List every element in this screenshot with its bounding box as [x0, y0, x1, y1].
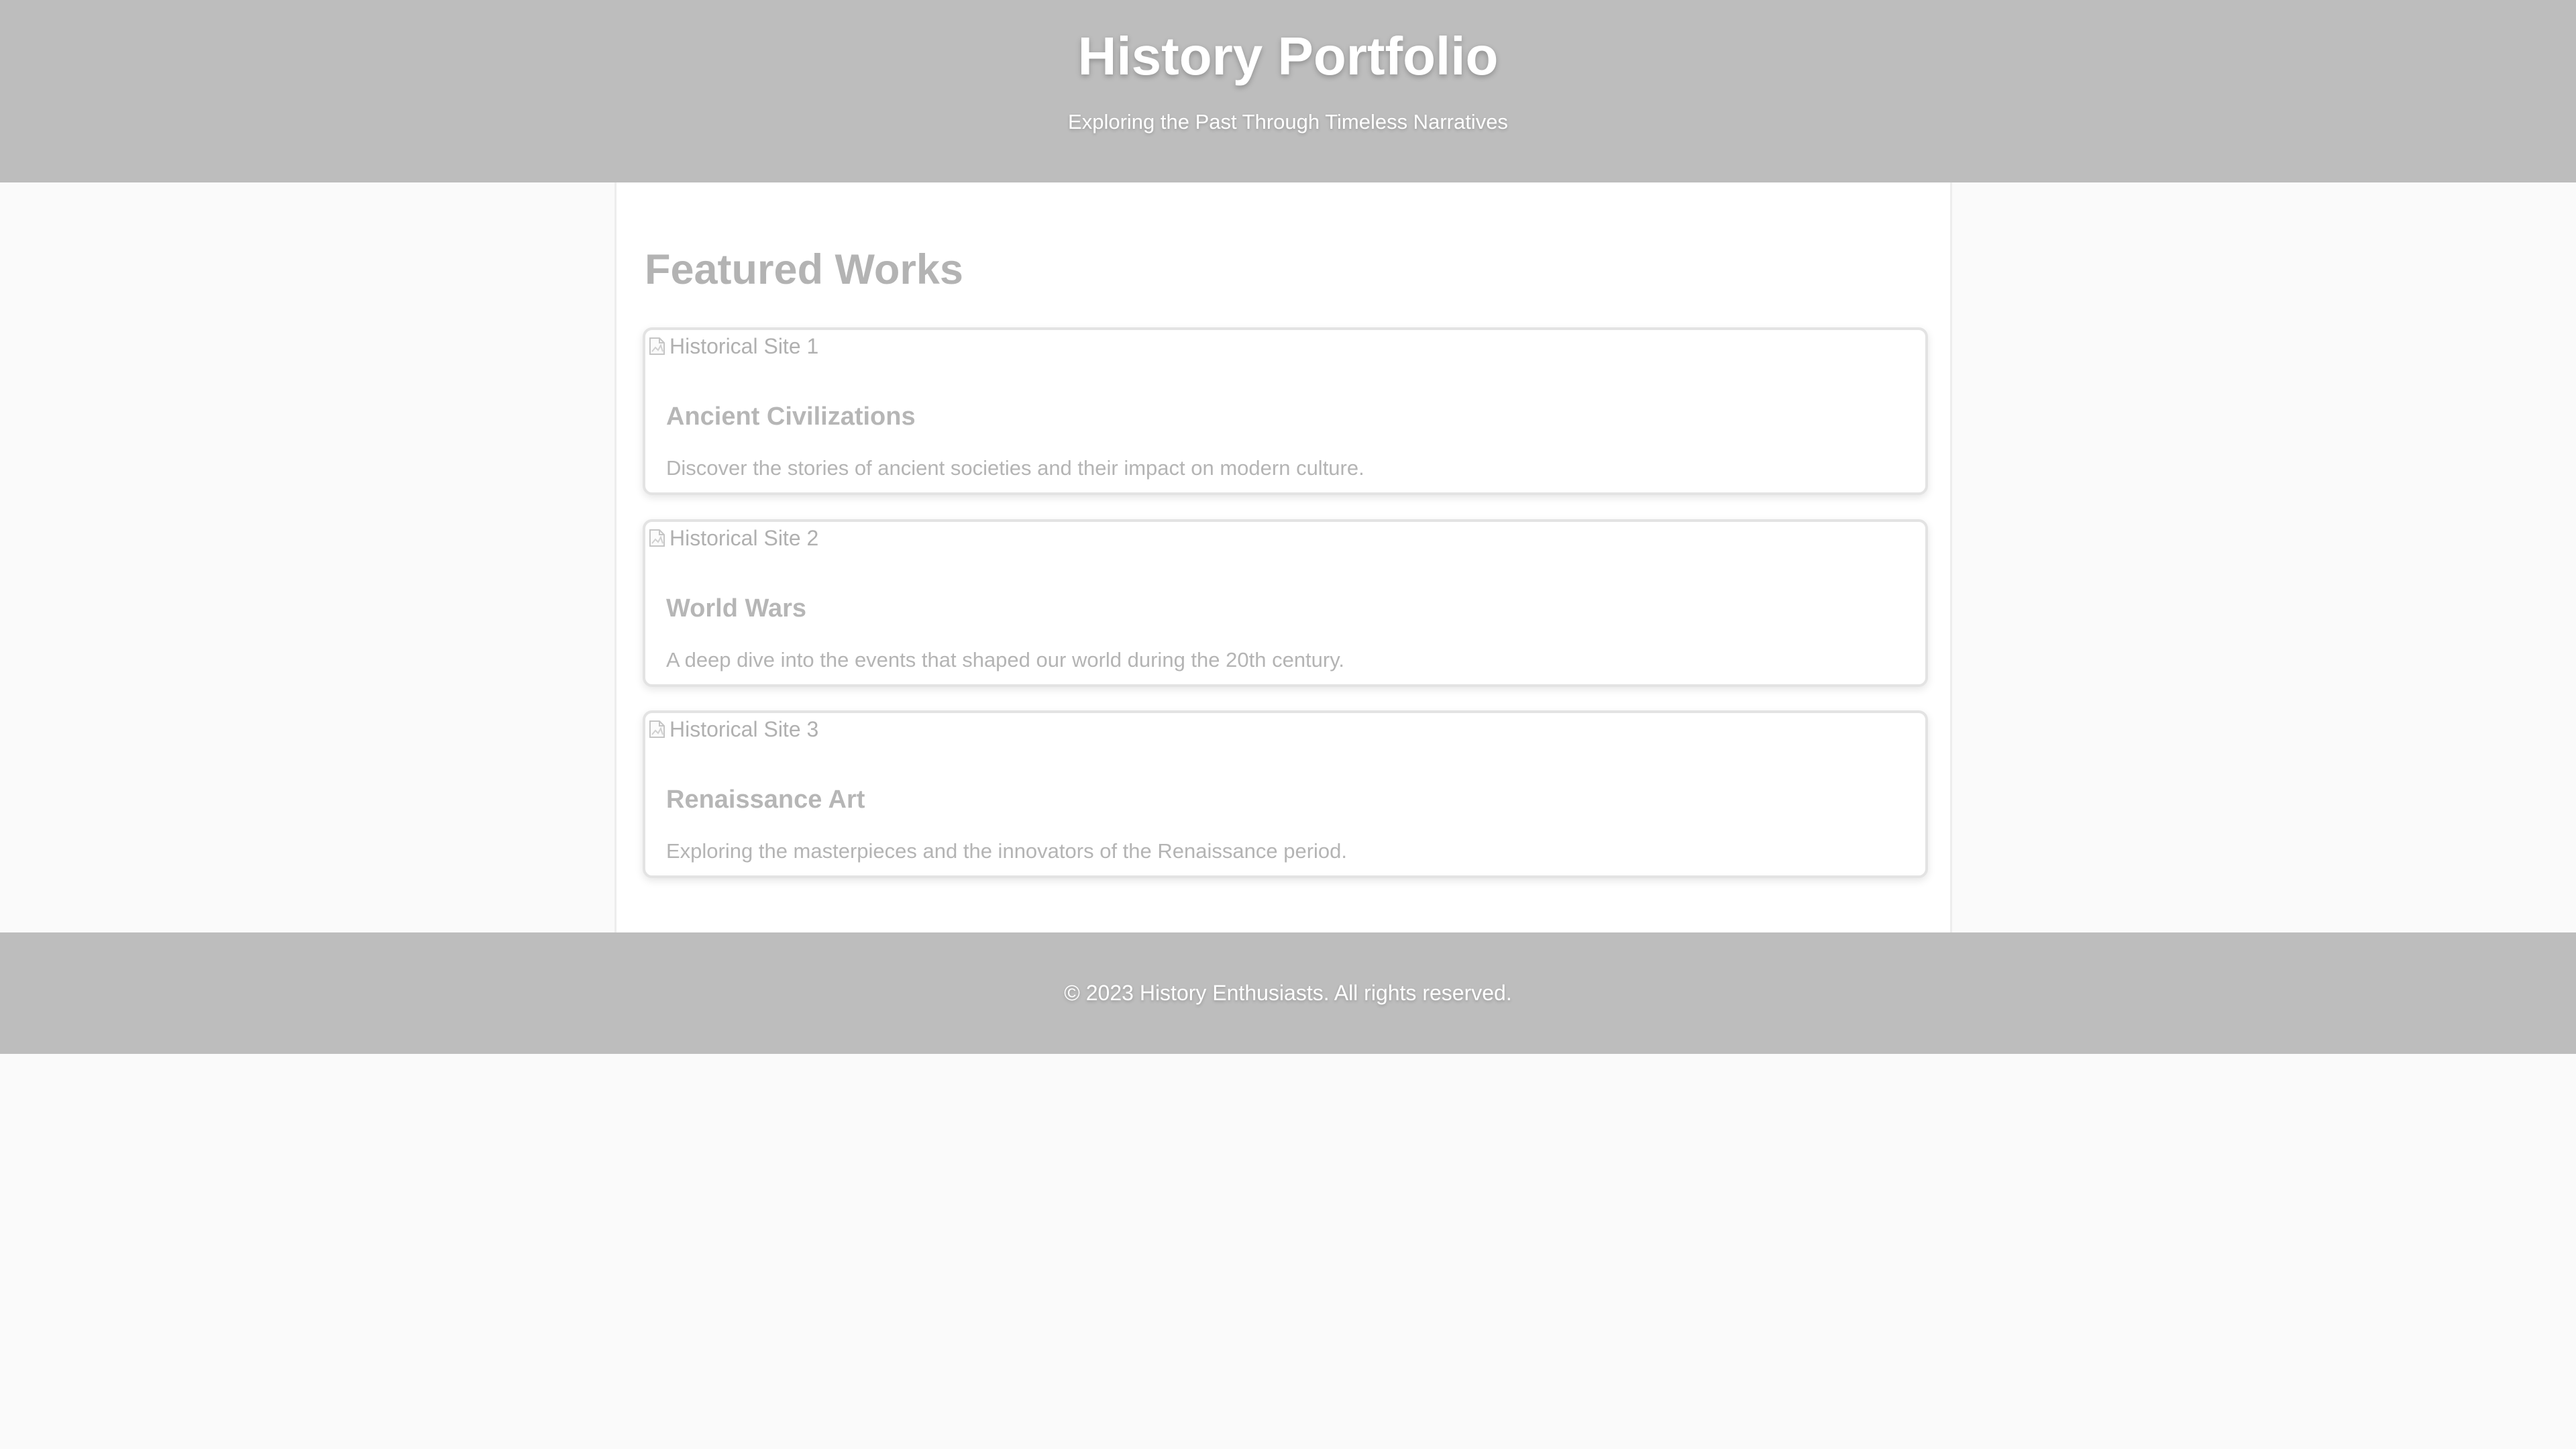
site-tagline: Exploring the Past Through Timeless Narr…	[1068, 110, 1508, 133]
historical-site-image: Historical Site 2	[648, 523, 818, 553]
featured-works-heading: Featured Works	[645, 246, 963, 293]
image-alt-text: Historical Site 1	[669, 334, 819, 358]
image-alt-text: Historical Site 3	[669, 717, 819, 741]
historical-site-image: Historical Site 3	[648, 714, 818, 744]
work-title: World Wars	[666, 594, 807, 623]
main-content: Featured Works Historical Site 1 Ancient…	[614, 182, 1952, 932]
work-card-ancient-civilizations[interactable]: Historical Site 1 Ancient Civilizations …	[643, 327, 1928, 495]
broken-image-icon	[649, 720, 665, 738]
work-title: Renaissance Art	[666, 786, 865, 814]
page-title: History Portfolio	[1077, 26, 1499, 86]
broken-image-icon	[649, 337, 665, 355]
copyright-text: © 2023 History Enthusiasts. All rights r…	[1064, 981, 1512, 1005]
site-footer: © 2023 History Enthusiasts. All rights r…	[0, 932, 2576, 1054]
image-alt-text: Historical Site 2	[669, 526, 819, 550]
historical-site-image: Historical Site 1	[648, 331, 818, 361]
work-card-world-wars[interactable]: Historical Site 2 World Wars A deep dive…	[643, 519, 1928, 687]
site-header: History Portfolio Exploring the Past Thr…	[0, 0, 2576, 182]
broken-image-icon	[649, 529, 665, 547]
work-title: Ancient Civilizations	[666, 402, 916, 431]
work-description: A deep dive into the events that shaped …	[666, 648, 1345, 672]
work-description: Exploring the masterpieces and the innov…	[666, 839, 1347, 863]
work-card-renaissance-art[interactable]: Historical Site 3 Renaissance Art Explor…	[643, 710, 1928, 878]
work-description: Discover the stories of ancient societie…	[666, 456, 1364, 480]
